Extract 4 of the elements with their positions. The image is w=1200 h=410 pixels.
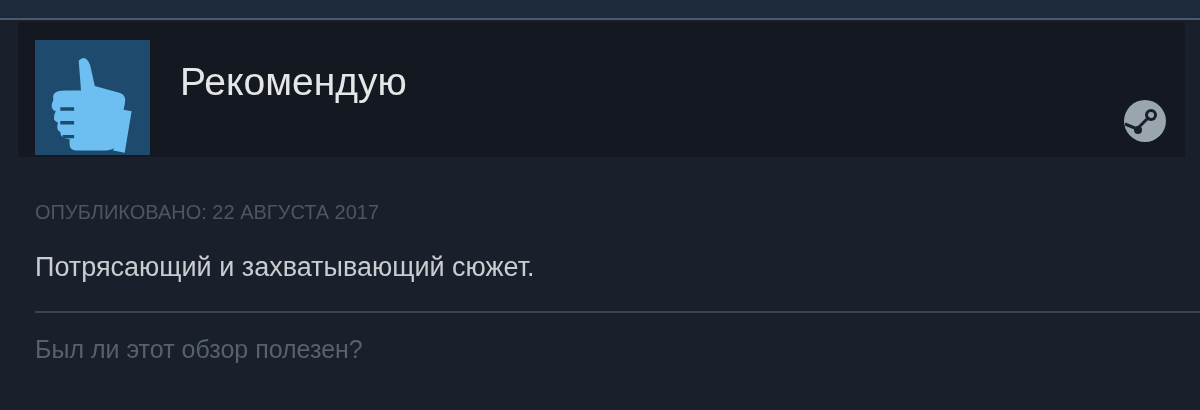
helpful-prompt: Был ли этот обзор полезен? xyxy=(35,335,364,364)
review-text: Потрясающий и захватывающий сюжет. xyxy=(35,252,536,283)
steam-logo-icon xyxy=(1123,99,1167,143)
review-verdict: Рекомендую xyxy=(180,60,408,104)
